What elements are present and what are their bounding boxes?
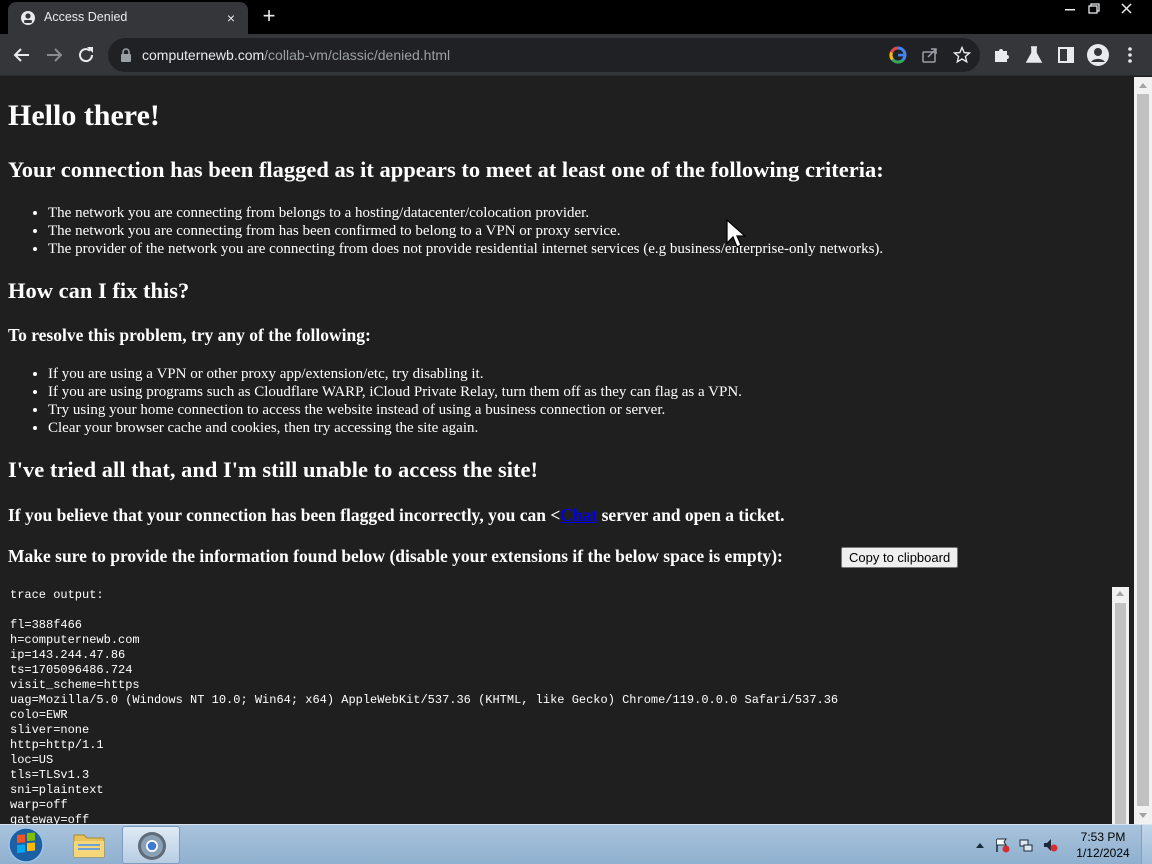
- provide-info-text: Make sure to provide the information fou…: [8, 546, 783, 566]
- trace-line: sni=plaintext: [10, 783, 104, 797]
- close-window-button[interactable]: [1105, 0, 1149, 18]
- menu-kebab-icon[interactable]: [1118, 43, 1142, 67]
- criteria-item: The network you are connecting from belo…: [48, 204, 883, 222]
- trace-line: [10, 603, 1110, 618]
- trace-line: uag=Mozilla/5.0 (Windows NT 10.0; Win64;…: [10, 693, 839, 707]
- profile-avatar-icon[interactable]: [1086, 43, 1110, 67]
- reload-icon[interactable]: [74, 43, 98, 67]
- windows-taskbar: 7:53 PM 1/12/2024: [0, 824, 1152, 864]
- fix-heading: How can I fix this?: [8, 278, 190, 303]
- trace-line: visit_scheme=https: [10, 678, 140, 692]
- incorrect-suffix: server and open a ticket.: [597, 505, 785, 525]
- fixes-list: If you are using a VPN or other proxy ap…: [48, 365, 742, 437]
- trace-line: tls=TLSv1.3: [10, 768, 90, 782]
- labs-flask-icon[interactable]: [1022, 43, 1046, 67]
- trace-line: loc=US: [10, 753, 54, 767]
- trace-line: colo=EWR: [10, 708, 68, 722]
- mouse-cursor-icon: [726, 219, 746, 248]
- url-path: /collab-vm/classic/denied.html: [264, 47, 451, 63]
- fix-item: Try using your home connection to access…: [48, 401, 742, 419]
- clock-date: 1/12/2024: [1076, 846, 1130, 860]
- copy-to-clipboard-button[interactable]: Copy to clipboard: [841, 547, 959, 568]
- google-icon[interactable]: [889, 46, 907, 64]
- restore-icon: [1088, 3, 1100, 14]
- lock-icon[interactable]: [120, 48, 132, 62]
- page-scroll-thumb[interactable]: [1137, 94, 1149, 806]
- hello-heading: Hello there!: [8, 99, 160, 132]
- incorrect-flag-text: If you believe that your connection has …: [8, 505, 785, 526]
- forward-arrow-icon[interactable]: [42, 43, 66, 67]
- back-arrow-icon[interactable]: [10, 43, 34, 67]
- bookmark-star-icon[interactable]: [953, 46, 971, 64]
- close-icon: [1121, 3, 1132, 14]
- trace-line: h=computernewb.com: [10, 633, 140, 647]
- trace-line: http=http/1.1: [10, 738, 104, 752]
- trace-line: ip=143.244.47.86: [10, 648, 126, 662]
- fix-item: If you are using a VPN or other proxy ap…: [48, 365, 742, 383]
- trace-line: gateway=off: [10, 813, 90, 824]
- scroll-up-arrow-icon[interactable]: [1139, 83, 1147, 88]
- trace-output[interactable]: trace output: fl=388f466 h=computernewb.c…: [10, 588, 1110, 824]
- trace-scroll-thumb[interactable]: [1115, 603, 1126, 824]
- url-text[interactable]: computernewb.com/collab-vm/classic/denie…: [142, 47, 450, 63]
- new-tab-button[interactable]: +: [258, 5, 280, 28]
- share-icon[interactable]: [921, 46, 939, 64]
- incorrect-prefix: If you believe that your connection has …: [8, 505, 561, 525]
- browser-toolbar: computernewb.com/collab-vm/classic/denie…: [0, 34, 1152, 76]
- flagged-heading: Your connection has been flagged as it a…: [8, 157, 884, 182]
- trace-line: trace output:: [10, 588, 104, 602]
- criteria-item: The provider of the network you are conn…: [48, 240, 883, 258]
- start-orb-icon[interactable]: [6, 826, 46, 864]
- action-center-flag-icon[interactable]: [994, 837, 1010, 853]
- tab-title: Access Denied: [44, 10, 128, 24]
- url-host: computernewb.com: [142, 47, 265, 63]
- chrome-icon: [138, 832, 166, 860]
- scroll-up-arrow-icon[interactable]: [1116, 591, 1124, 596]
- taskbar-clock[interactable]: 7:53 PM 1/12/2024: [1068, 829, 1138, 861]
- address-bar[interactable]: computernewb.com/collab-vm/classic/denie…: [108, 38, 980, 72]
- side-panel-icon[interactable]: [1054, 43, 1078, 67]
- trace-line: warp=off: [10, 798, 68, 812]
- network-icon[interactable]: [1018, 837, 1034, 853]
- clock-time: 7:53 PM: [1080, 830, 1126, 844]
- fix-item: If you are using programs such as Cloudf…: [48, 383, 742, 401]
- trace-scrollbar[interactable]: [1112, 587, 1129, 824]
- page-content: Hello there! Your connection has been fl…: [0, 77, 1134, 824]
- tried-heading: I've tried all that, and I'm still unabl…: [8, 457, 538, 482]
- site-favicon-icon: [21, 11, 35, 25]
- close-tab-icon[interactable]: ×: [224, 11, 238, 25]
- criteria-list: The network you are connecting from belo…: [48, 204, 883, 258]
- browser-tab[interactable]: Access Denied ×: [8, 2, 248, 34]
- volume-muted-icon[interactable]: [1042, 837, 1058, 853]
- chrome-taskbar-button[interactable]: [122, 826, 180, 864]
- minimize-window-button[interactable]: [1057, 0, 1083, 18]
- folder-icon: [73, 834, 105, 858]
- resolve-heading: To resolve this problem, try any of the …: [8, 325, 371, 345]
- tab-strip: Access Denied × +: [0, 0, 1152, 34]
- scroll-down-arrow-icon[interactable]: [1139, 813, 1147, 818]
- explorer-taskbar-button[interactable]: [60, 826, 118, 864]
- trace-line: ts=1705096486.724: [10, 663, 133, 677]
- fix-item: Clear your browser cache and cookies, th…: [48, 419, 742, 437]
- trace-line: sliver=none: [10, 723, 90, 737]
- restore-window-button[interactable]: [1081, 0, 1107, 18]
- show-hidden-icons-icon[interactable]: [972, 837, 988, 853]
- system-tray: [968, 825, 1068, 864]
- criteria-item: The network you are connecting from has …: [48, 222, 883, 240]
- chat-link[interactable]: Chat: [560, 505, 597, 525]
- trace-line: fl=388f466: [10, 618, 83, 632]
- page-scrollbar[interactable]: [1134, 77, 1152, 824]
- show-desktop-button[interactable]: [1141, 825, 1152, 864]
- extensions-puzzle-icon[interactable]: [990, 43, 1014, 67]
- minimize-icon: [1065, 9, 1075, 11]
